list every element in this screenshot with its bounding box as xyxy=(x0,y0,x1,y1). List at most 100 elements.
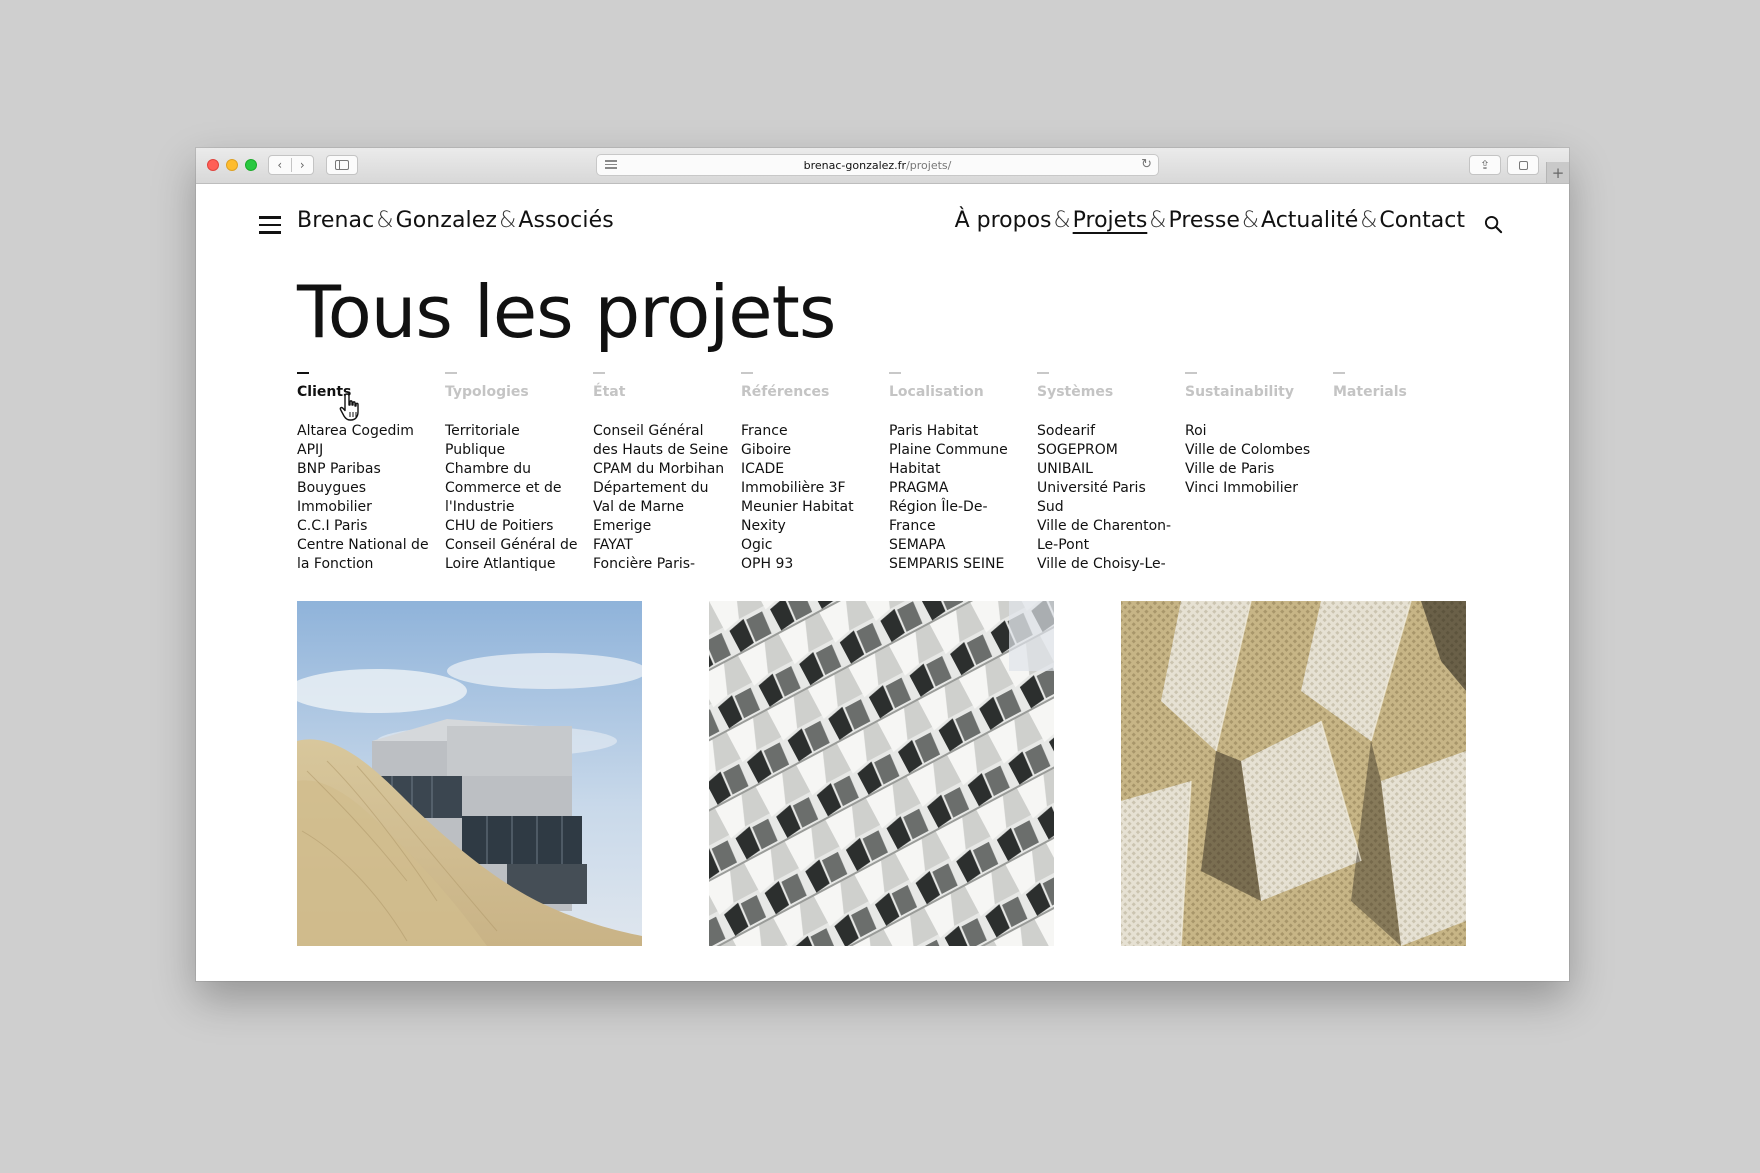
nav-press[interactable]: Presse xyxy=(1168,208,1239,233)
new-tab-button[interactable]: + xyxy=(1546,162,1569,183)
filter-option[interactable]: France xyxy=(741,422,881,441)
zoom-window-button[interactable] xyxy=(245,159,257,171)
filter-option[interactable]: Habitat xyxy=(889,460,1029,479)
filter-option[interactable]: Publique xyxy=(445,441,585,460)
filter-dash xyxy=(1185,372,1197,374)
filter-tab[interactable]: Materials xyxy=(1333,384,1473,404)
filter-option[interactable]: Giboire xyxy=(741,441,881,460)
nav-amp: & xyxy=(1241,208,1260,233)
filter-option[interactable]: CHU de Poitiers xyxy=(445,517,585,536)
project-image[interactable] xyxy=(709,601,1054,946)
filter-option[interactable]: Altarea Cogedim xyxy=(297,422,437,441)
filter-option[interactable]: OPH 93 xyxy=(741,555,881,574)
filter-tab[interactable]: Références xyxy=(741,384,881,404)
filter-column: État Conseil Général des Hauts de Seine CPA… xyxy=(593,372,733,574)
share-button[interactable]: ⇪ xyxy=(1469,155,1501,175)
filter-option[interactable]: Territoriale xyxy=(445,422,585,441)
filter-option[interactable]: Vinci Immobilier xyxy=(1185,479,1325,498)
project-photo-dune xyxy=(297,601,642,946)
filter-option[interactable]: Chambre du xyxy=(445,460,585,479)
filter-option[interactable]: Sud xyxy=(1037,498,1177,517)
filter-option[interactable]: Foncière Paris- xyxy=(593,555,733,574)
filter-column: Typologies Territoriale Publique Chambre du… xyxy=(445,372,585,574)
filter-option[interactable]: BNP Paribas xyxy=(297,460,437,479)
filter-option[interactable]: Ogic xyxy=(741,536,881,555)
filter-tab[interactable]: Localisation xyxy=(889,384,1029,404)
filter-option[interactable]: Bouygues xyxy=(297,479,437,498)
reader-icon[interactable] xyxy=(605,160,617,170)
filter-option[interactable]: Ville de Paris xyxy=(1185,460,1325,479)
filter-option[interactable]: C.C.I Paris xyxy=(297,517,437,536)
filter-option[interactable]: SOGEPROM xyxy=(1037,441,1177,460)
site-logo[interactable]: Brenac&Gonzalez&Associés xyxy=(297,208,614,233)
browser-titlebar: ‹ › brenac-gonzalez.fr/projets/ ↻ ⇪ + xyxy=(196,148,1569,184)
filter-tab[interactable]: Sustainability xyxy=(1185,384,1325,404)
address-bar[interactable]: brenac-gonzalez.fr/projets/ ↻ xyxy=(596,154,1159,176)
filter-option[interactable]: Commerce et de xyxy=(445,479,585,498)
nav-news[interactable]: Actualité xyxy=(1261,208,1358,233)
filter-option[interactable]: Conseil Général xyxy=(593,422,733,441)
minimize-window-button[interactable] xyxy=(226,159,238,171)
filter-option[interactable]: Région Île-De- xyxy=(889,498,1029,517)
filter-option[interactable]: CPAM du Morbihan xyxy=(593,460,733,479)
filter-option[interactable]: PRAGMA xyxy=(889,479,1029,498)
menu-icon[interactable] xyxy=(259,216,281,234)
nav-about[interactable]: À propos xyxy=(955,208,1052,233)
filter-tab[interactable]: État xyxy=(593,384,733,404)
filter-option[interactable]: UNIBAIL xyxy=(1037,460,1177,479)
filter-option[interactable]: Centre National de xyxy=(297,536,437,555)
filter-option[interactable]: Val de Marne xyxy=(593,498,733,517)
page-content: Brenac&Gonzalez&Associés À propos&Projet… xyxy=(196,184,1569,981)
main-nav: À propos&Projets&Presse&Actualité&Contac… xyxy=(955,208,1465,233)
filter-option[interactable]: Conseil Général de xyxy=(445,536,585,555)
project-image[interactable] xyxy=(1121,601,1466,946)
filter-tab[interactable]: Typologies xyxy=(445,384,585,404)
filter-option[interactable]: SEMAPA xyxy=(889,536,1029,555)
filter-option[interactable]: Ville de Choisy-Le- xyxy=(1037,555,1177,574)
filter-option[interactable]: la Fonction xyxy=(297,555,437,574)
filter-option[interactable]: FAYAT xyxy=(593,536,733,555)
filter-option[interactable]: SEMPARIS SEINE xyxy=(889,555,1029,574)
forward-button[interactable]: › xyxy=(290,158,314,172)
filter-option[interactable]: Roi xyxy=(1185,422,1325,441)
project-image[interactable] xyxy=(297,601,642,946)
filter-option[interactable]: APIJ xyxy=(297,441,437,460)
close-window-button[interactable] xyxy=(207,159,219,171)
filter-option[interactable]: Loire Atlantique xyxy=(445,555,585,574)
brand-name-3: Associés xyxy=(518,208,614,233)
filter-dash xyxy=(1333,372,1345,374)
filter-option[interactable]: des Hauts de Seine xyxy=(593,441,733,460)
share-icon: ⇪ xyxy=(1479,158,1491,172)
filter-column: Sustainability Roi Ville de Colombes Ville … xyxy=(1185,372,1325,498)
filter-option[interactable]: Département du xyxy=(593,479,733,498)
filter-option[interactable]: Paris Habitat xyxy=(889,422,1029,441)
filter-option[interactable]: Meunier Habitat xyxy=(741,498,881,517)
filter-option[interactable]: Le-Pont xyxy=(1037,536,1177,555)
filter-option[interactable]: Plaine Commune xyxy=(889,441,1029,460)
back-button[interactable]: ‹ xyxy=(269,158,291,172)
filter-tab[interactable]: Systèmes xyxy=(1037,384,1177,404)
brand-amp: & xyxy=(376,208,394,233)
filter-option[interactable]: Ville de Colombes xyxy=(1185,441,1325,460)
project-photo-mesh xyxy=(1121,601,1466,946)
show-tabs-button[interactable] xyxy=(1507,155,1539,175)
search-icon[interactable] xyxy=(1484,215,1503,234)
nav-contact[interactable]: Contact xyxy=(1379,208,1465,233)
filter-dash xyxy=(741,372,753,374)
nav-projects[interactable]: Projets xyxy=(1073,208,1148,233)
filter-option[interactable]: France xyxy=(889,517,1029,536)
filter-tab[interactable]: Clients xyxy=(297,384,437,404)
filter-option[interactable]: ICADE xyxy=(741,460,881,479)
nav-amp: & xyxy=(1149,208,1167,233)
filter-option[interactable]: Immobilière 3F xyxy=(741,479,881,498)
filter-option[interactable]: Sodearif xyxy=(1037,422,1177,441)
brand-name-2: Gonzalez xyxy=(395,208,498,233)
reload-icon[interactable]: ↻ xyxy=(1141,157,1152,172)
filter-option[interactable]: Immobilier xyxy=(297,498,437,517)
filter-option[interactable]: Emerige xyxy=(593,517,733,536)
filter-option[interactable]: l'Industrie xyxy=(445,498,585,517)
filter-option[interactable]: Université Paris xyxy=(1037,479,1177,498)
sidebar-toggle-button[interactable] xyxy=(326,155,358,175)
filter-option[interactable]: Nexity xyxy=(741,517,881,536)
filter-option[interactable]: Ville de Charenton- xyxy=(1037,517,1177,536)
